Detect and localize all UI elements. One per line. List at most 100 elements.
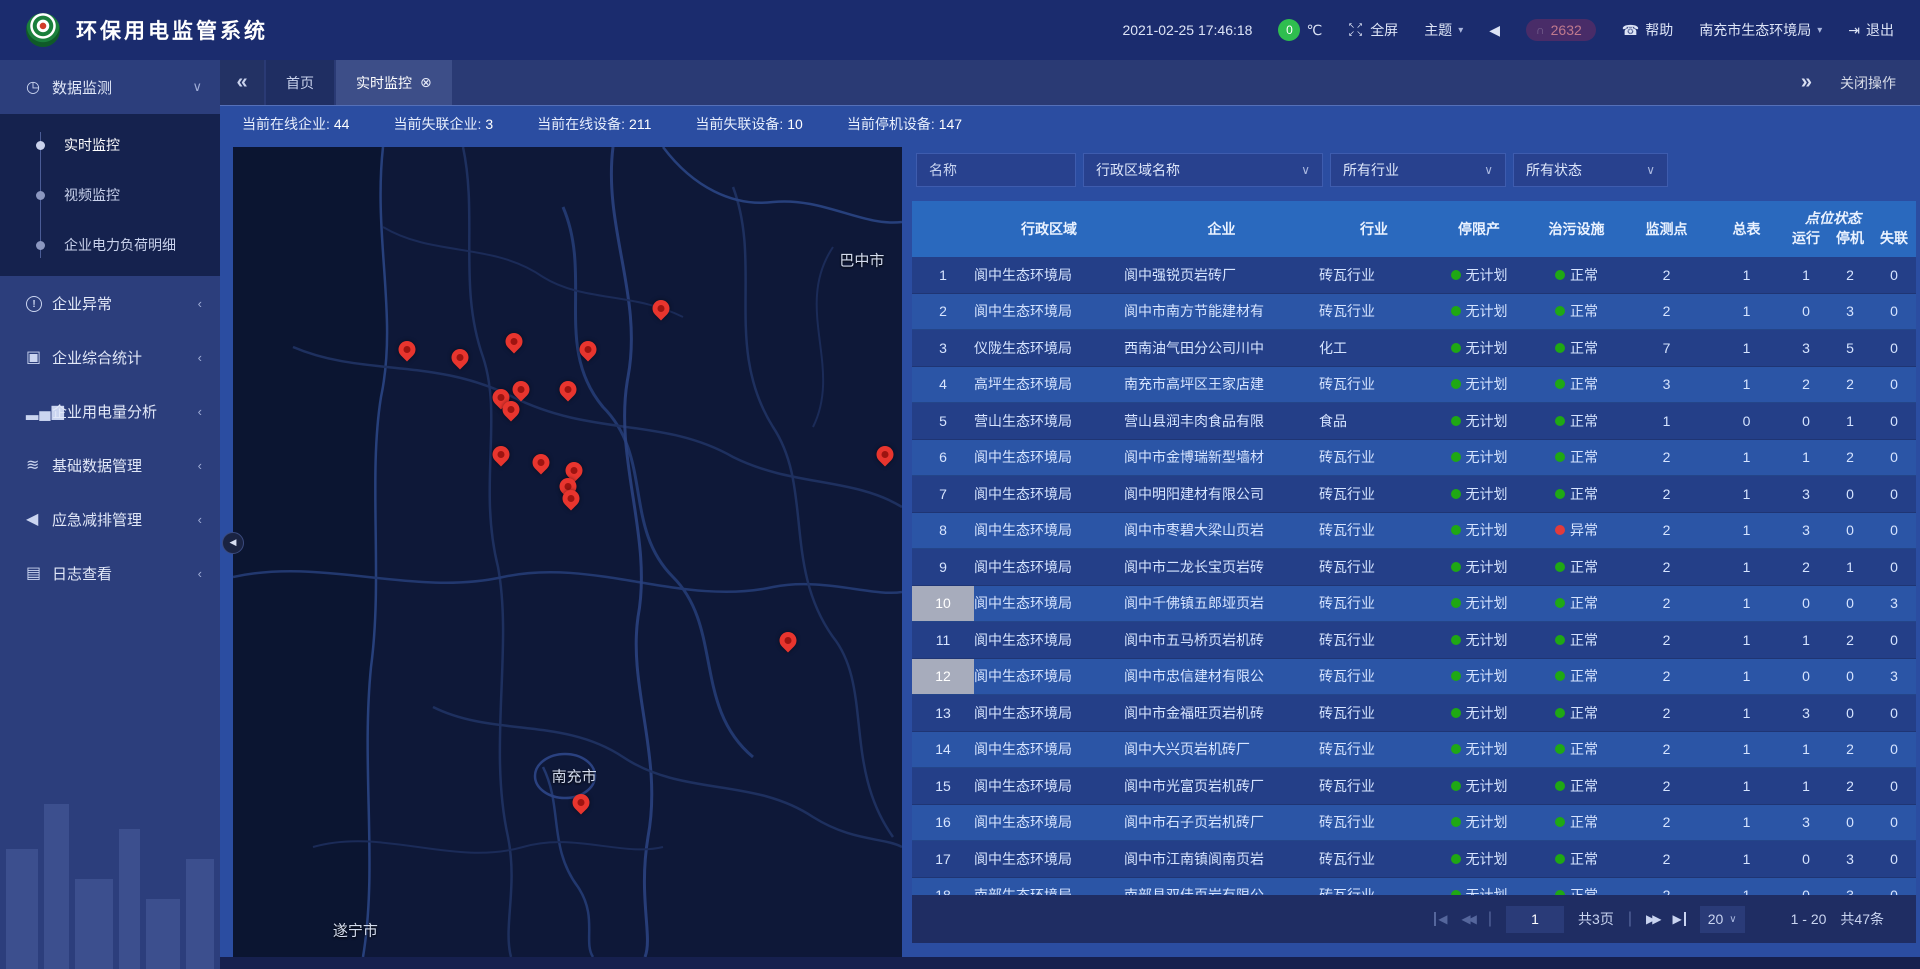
stat-item: 当前在线企业:44 <box>242 114 349 134</box>
cell-stopped-count: 0 <box>1828 668 1872 684</box>
table-row[interactable]: 8 阆中生态环境局 阆中市枣碧大梁山页岩 砖瓦行业 无计划 <box>912 513 1916 550</box>
sidebar-item-base-data[interactable]: ≋ 基础数据管理 ‹ <box>0 438 220 492</box>
status-dot-icon <box>1451 270 1461 280</box>
cell-monitor-count: 2 <box>1624 851 1709 867</box>
cell-industry: 砖瓦行业 <box>1319 265 1429 285</box>
table-row[interactable]: 5 营山生态环境局 营山县润丰肉食品有限 食品 无计划 <box>912 403 1916 440</box>
status-dot-icon <box>1555 270 1565 280</box>
cell-offline-count: 0 <box>1872 486 1916 502</box>
app-header: 环保用电监管系统 2021-02-25 17:46:18 0 ℃ ↖↗↙↘ 全屏… <box>0 0 1920 60</box>
notification-badge[interactable]: ∩ 2632 <box>1526 19 1596 41</box>
page-size-select[interactable]: 20 ∨ <box>1700 906 1745 933</box>
table-row[interactable]: 18 南部生态环境局 南部县双佳页岩有限公 砖瓦行业 无计划 <box>912 878 1916 896</box>
cell-meter-count: 1 <box>1709 814 1784 830</box>
sidebar-item-log-view[interactable]: ▤ 日志查看 ‹ <box>0 546 220 600</box>
map-roads <box>233 147 902 957</box>
fullscreen-button[interactable]: ↖↗↙↘ 全屏 <box>1348 20 1398 40</box>
cell-company: 阆中市江南镇阆南页岩 <box>1124 849 1319 869</box>
sidebar-item-realtime-monitor[interactable]: 实时监控 <box>0 120 220 170</box>
temperature-badge: 0 <box>1278 19 1300 41</box>
map-city-label: 遂宁市 <box>333 920 378 941</box>
cell-production-status: 无计划 <box>1429 447 1529 467</box>
cell-monitor-count: 2 <box>1624 303 1709 319</box>
column-header-company: 企业 <box>1124 219 1319 239</box>
sidebar-item-enterprise-abnormal[interactable]: ! 企业异常 ‹ <box>0 276 220 330</box>
cell-stopped-count: 3 <box>1828 851 1872 867</box>
cell-monitor-count: 2 <box>1624 632 1709 648</box>
next-page-button[interactable]: ▶▶ <box>1646 912 1658 926</box>
first-page-button[interactable]: ◀ <box>1434 912 1447 926</box>
sidebar-item-data-monitoring[interactable]: ◷ 数据监测 ∨ <box>0 60 220 114</box>
tab-home[interactable]: 首页 <box>266 60 334 105</box>
cell-company: 阆中强锐页岩砖厂 <box>1124 265 1319 285</box>
chevron-down-icon: ∨ <box>1729 914 1736 925</box>
map[interactable]: 巴中市 南充市 遂宁市 <box>233 147 902 957</box>
divider: | <box>1628 910 1632 928</box>
page-number-input[interactable] <box>1506 906 1564 933</box>
table-row[interactable]: 14 阆中生态环境局 阆中大兴页岩机砖厂 砖瓦行业 无计划 <box>912 732 1916 769</box>
org-dropdown[interactable]: 南充市生态环境局 ▾ <box>1699 20 1822 40</box>
table-row[interactable]: 12 阆中生态环境局 阆中市忠信建材有限公 砖瓦行业 无计划 <box>912 659 1916 696</box>
fullscreen-icon: ↖↗↙↘ <box>1348 22 1364 38</box>
row-index: 7 <box>912 476 974 512</box>
sound-button[interactable]: ◀ <box>1489 22 1500 39</box>
last-page-button[interactable]: ▶ <box>1672 912 1685 926</box>
table-row[interactable]: 9 阆中生态环境局 阆中市二龙长宝页岩砖 砖瓦行业 无计划 <box>912 549 1916 586</box>
close-icon[interactable]: ⊗ <box>420 74 432 91</box>
sidebar-item-video-monitor[interactable]: 视频监控 <box>0 170 220 220</box>
map-collapse-button[interactable]: ◀ <box>222 532 244 554</box>
table-row[interactable]: 13 阆中生态环境局 阆中市金福旺页岩机砖 砖瓦行业 无计划 <box>912 695 1916 732</box>
column-header-facility: 治污设施 <box>1529 219 1624 239</box>
cell-meter-count: 1 <box>1709 705 1784 721</box>
layers-icon: ≋ <box>26 455 52 475</box>
status-select[interactable]: 所有状态 ∨ <box>1513 153 1668 187</box>
table-row[interactable]: 11 阆中生态环境局 阆中市五马桥页岩机砖 砖瓦行业 无计划 <box>912 622 1916 659</box>
cell-production-status: 无计划 <box>1429 812 1529 832</box>
column-group-point-status: 点位状态 <box>1758 208 1908 228</box>
tab-realtime-monitor[interactable]: 实时监控 ⊗ <box>336 60 452 105</box>
status-dot-icon <box>1451 379 1461 389</box>
prev-page-button[interactable]: ◀◀ <box>1461 912 1473 926</box>
tabs-scroll-right-button[interactable]: » <box>1801 71 1812 94</box>
tabs-scroll-left-button[interactable]: « <box>220 60 264 105</box>
cell-facility-status: 正常 <box>1529 776 1624 796</box>
sidebar-item-power-load-detail[interactable]: 企业电力负荷明细 <box>0 220 220 270</box>
cell-running-count: 0 <box>1784 887 1828 895</box>
cell-running-count: 3 <box>1784 340 1828 356</box>
sidebar-item-power-analysis[interactable]: ▂▄▆ 企业用电量分析 ‹ <box>0 384 220 438</box>
notification-count: 2632 <box>1551 22 1582 38</box>
table-row[interactable]: 10 阆中生态环境局 阆中千佛镇五郎垭页岩 砖瓦行业 无计划 <box>912 586 1916 623</box>
megaphone-icon: ◀ <box>26 509 52 529</box>
table-row[interactable]: 17 阆中生态环境局 阆中市江南镇阆南页岩 砖瓦行业 无计划 <box>912 841 1916 878</box>
status-dot-icon <box>1555 817 1565 827</box>
cell-offline-count: 0 <box>1872 449 1916 465</box>
name-search-input[interactable] <box>916 153 1076 187</box>
cell-company: 营山县润丰肉食品有限 <box>1124 411 1319 431</box>
table-row[interactable]: 7 阆中生态环境局 阆中明阳建材有限公司 砖瓦行业 无计划 <box>912 476 1916 513</box>
chevron-left-icon: ‹ <box>198 512 202 527</box>
cell-industry: 食品 <box>1319 411 1429 431</box>
table-row[interactable]: 2 阆中生态环境局 阆中市南方节能建材有 砖瓦行业 无计划 <box>912 294 1916 331</box>
column-header-monitor: 监测点 <box>1624 219 1709 239</box>
row-index: 5 <box>912 403 974 439</box>
help-button[interactable]: ☎ 帮助 <box>1622 20 1673 40</box>
logout-button[interactable]: ⇥ 退出 <box>1848 20 1894 40</box>
table-row[interactable]: 1 阆中生态环境局 阆中强锐页岩砖厂 砖瓦行业 无计划 <box>912 257 1916 294</box>
cell-facility-status: 正常 <box>1529 411 1624 431</box>
region-select[interactable]: 行政区域名称 ∨ <box>1083 153 1323 187</box>
theme-dropdown[interactable]: 主题 ▾ <box>1424 20 1463 40</box>
cell-region: 阆中生态环境局 <box>974 666 1124 686</box>
sidebar-item-enterprise-statistics[interactable]: ▣ 企业综合统计 ‹ <box>0 330 220 384</box>
table-row[interactable]: 6 阆中生态环境局 阆中市金博瑞新型墙材 砖瓦行业 无计划 <box>912 440 1916 477</box>
industry-select[interactable]: 所有行业 ∨ <box>1330 153 1506 187</box>
sidebar-item-emergency-reduction[interactable]: ◀ 应急减排管理 ‹ <box>0 492 220 546</box>
cell-facility-status: 正常 <box>1529 447 1624 467</box>
cell-region: 阆中生态环境局 <box>974 301 1124 321</box>
cell-industry: 砖瓦行业 <box>1319 520 1429 540</box>
cell-meter-count: 1 <box>1709 449 1784 465</box>
table-row[interactable]: 16 阆中生态环境局 阆中市石子页岩机砖厂 砖瓦行业 无计划 <box>912 805 1916 842</box>
close-operations-button[interactable]: 关闭操作 <box>1840 73 1896 93</box>
table-row[interactable]: 3 仪陇生态环境局 西南油气田分公司川中 化工 无计划 <box>912 330 1916 367</box>
table-row[interactable]: 15 阆中生态环境局 阆中市光富页岩机砖厂 砖瓦行业 无计划 <box>912 768 1916 805</box>
table-row[interactable]: 4 高坪生态环境局 南充市高坪区王家店建 砖瓦行业 无计划 <box>912 367 1916 404</box>
